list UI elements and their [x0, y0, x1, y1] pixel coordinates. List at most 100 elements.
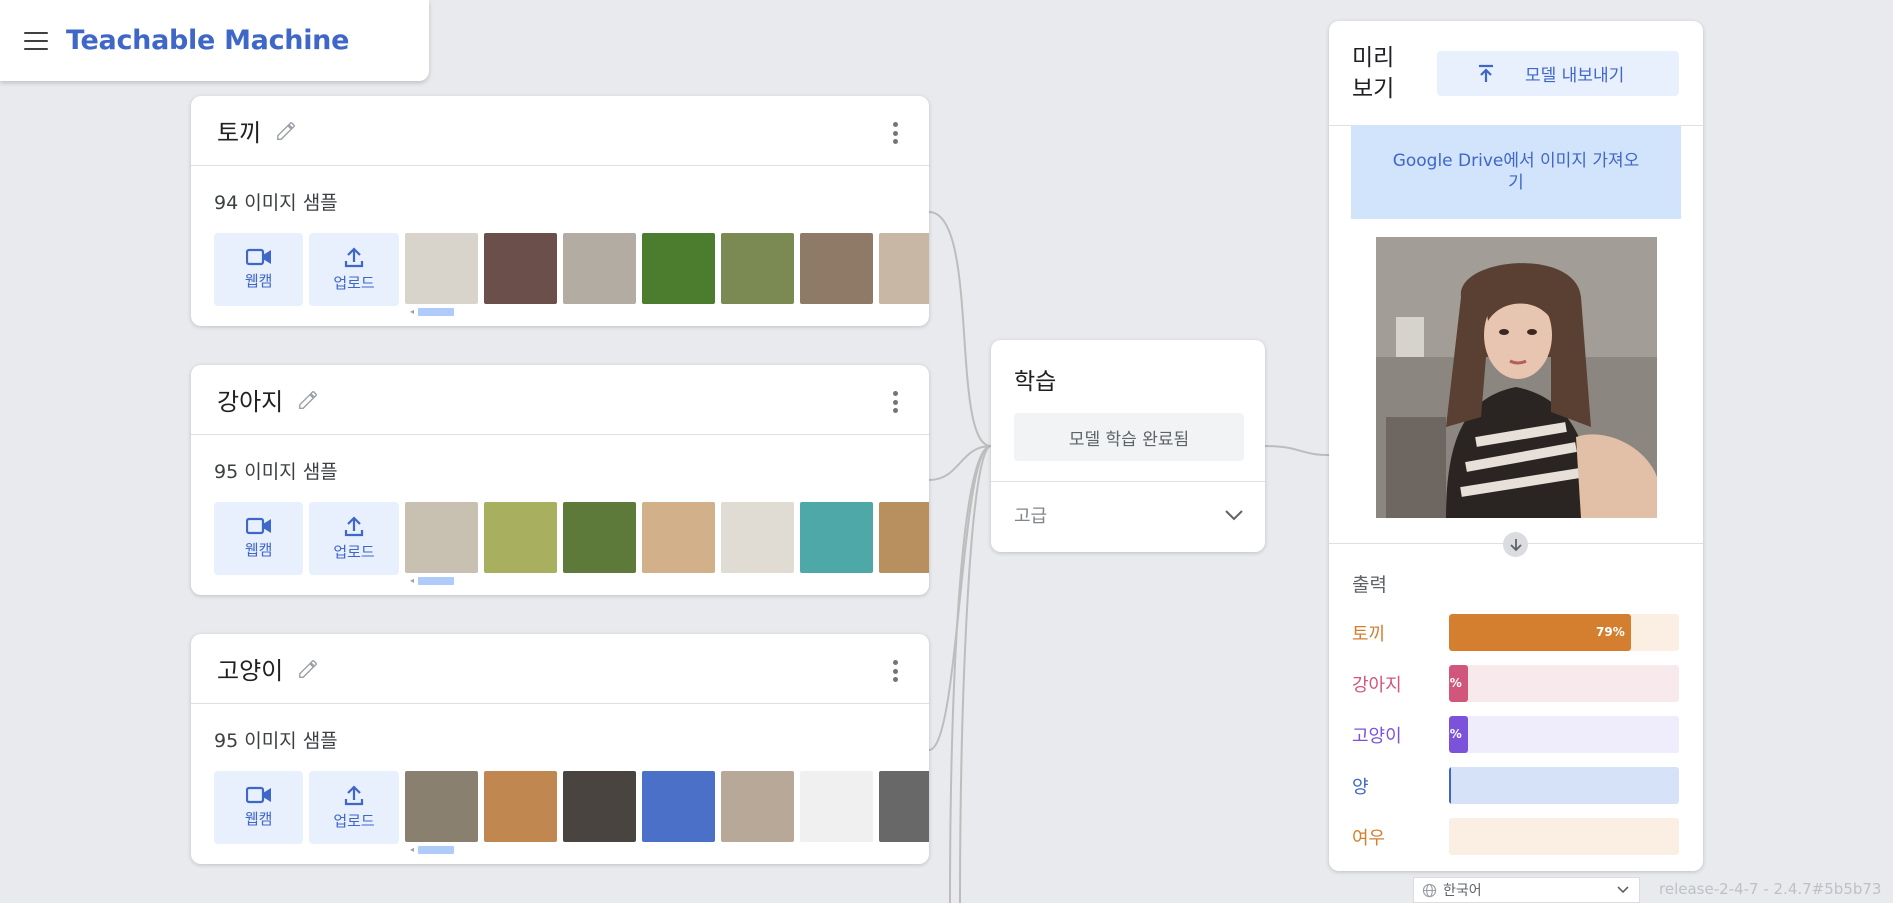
hamburger-menu-icon[interactable]	[24, 31, 48, 50]
sample-thumbnail[interactable]	[641, 233, 715, 304]
webcam-button[interactable]: 웹캠	[214, 502, 304, 575]
training-card: 학습 모델 학습 완료됨 고급	[991, 340, 1265, 552]
sample-thumbnail[interactable]	[720, 771, 794, 842]
confidence-percent: 0%	[1449, 727, 1462, 741]
sample-thumbnail[interactable]	[404, 502, 478, 573]
sample-thumbnail[interactable]	[483, 233, 557, 304]
train-model-button[interactable]: 모델 학습 완료됨	[1014, 413, 1244, 461]
sample-thumbnail[interactable]	[878, 771, 929, 842]
upload-label: 업로드	[333, 274, 375, 292]
export-model-button[interactable]: 모델 내보내기	[1437, 51, 1679, 96]
preview-panel: 미리 보기 모델 내보내기 Google Drive에서 이미지 가져오기 출력…	[1329, 21, 1703, 871]
language-select[interactable]: 한국어	[1413, 877, 1640, 903]
sample-thumbnails[interactable]	[404, 502, 929, 573]
class-name[interactable]: 토끼	[217, 113, 261, 148]
sample-count: 95 이미지 샘플	[214, 730, 338, 752]
class-name[interactable]: 강아지	[217, 382, 283, 417]
sample-count: 94 이미지 샘플	[214, 192, 338, 214]
thumbnail-scrollbar[interactable]	[418, 308, 454, 316]
webcam-label: 웹캠	[244, 272, 273, 290]
sample-row: 웹캠 업로드	[214, 771, 929, 844]
more-options-icon[interactable]	[893, 122, 899, 144]
class-name[interactable]: 고양이	[217, 651, 283, 686]
output-row: 고양이 0%	[1352, 716, 1679, 753]
training-title: 학습	[1014, 369, 1057, 395]
class-card-body: 95 이미지 샘플 웹캠 업로드 ◂	[191, 435, 929, 595]
output-class-name: 고양이	[1352, 725, 1402, 747]
export-icon	[1479, 64, 1493, 82]
output-class-name: 토끼	[1352, 623, 1386, 645]
sample-thumbnail[interactable]	[799, 233, 873, 304]
confidence-bar-fill: 79%	[1449, 614, 1631, 651]
sample-thumbnail[interactable]	[799, 502, 873, 573]
sample-thumbnail[interactable]	[720, 502, 794, 573]
output-class-name: 여우	[1352, 827, 1386, 849]
sample-thumbnail[interactable]	[483, 502, 557, 573]
webcam-button[interactable]: 웹캠	[214, 771, 304, 844]
more-options-icon[interactable]	[893, 660, 899, 682]
output-row: 여우	[1352, 818, 1679, 855]
google-drive-import-button[interactable]: Google Drive에서 이미지 가져오기	[1351, 125, 1681, 219]
thumbnail-scrollbar[interactable]	[418, 577, 454, 585]
sample-count: 95 이미지 샘플	[214, 461, 338, 483]
output-row: 강아지 0%	[1352, 665, 1679, 702]
divider	[991, 481, 1265, 482]
export-label: 모델 내보내기	[1525, 66, 1625, 86]
more-options-icon[interactable]	[893, 391, 899, 413]
sample-row: 웹캠 업로드	[214, 233, 929, 306]
upload-icon	[344, 785, 364, 806]
sample-thumbnail[interactable]	[641, 502, 715, 573]
sample-thumbnail[interactable]	[562, 233, 636, 304]
sample-thumbnail[interactable]	[799, 771, 873, 842]
arrow-down-icon	[1503, 532, 1528, 557]
webcam-label: 웹캠	[244, 810, 273, 828]
pencil-icon[interactable]	[297, 658, 319, 680]
sample-thumbnail[interactable]	[562, 771, 636, 842]
sample-thumbnail[interactable]	[720, 233, 794, 304]
scroll-left-arrow-icon[interactable]: ◂	[410, 307, 414, 316]
class-card-header: 강아지	[191, 365, 929, 435]
upload-button[interactable]: 업로드	[309, 502, 399, 575]
version-text: release-2-4-7 - 2.4.7#5b5b73	[1659, 880, 1882, 898]
class-card-body: 95 이미지 샘플 웹캠 업로드 ◂	[191, 704, 929, 864]
sample-thumbnails[interactable]	[404, 233, 929, 304]
sample-thumbnail[interactable]	[641, 771, 715, 842]
class-card-header: 토끼	[191, 96, 929, 166]
confidence-bar: 0%	[1449, 716, 1679, 753]
pencil-icon[interactable]	[297, 389, 319, 411]
webcam-button[interactable]: 웹캠	[214, 233, 304, 306]
confidence-bar-fill	[1449, 767, 1451, 804]
output-label: 출력	[1352, 574, 1387, 596]
class-card-header: 고양이	[191, 634, 929, 704]
sample-thumbnails[interactable]	[404, 771, 929, 842]
confidence-bar	[1449, 767, 1679, 804]
advanced-label: 고급	[1014, 506, 1048, 527]
advanced-toggle[interactable]: 고급	[1014, 502, 1244, 528]
sample-thumbnail[interactable]	[404, 771, 478, 842]
sample-thumbnail[interactable]	[404, 233, 478, 304]
confidence-bar-fill: 0%	[1449, 665, 1468, 702]
output-class-name: 강아지	[1352, 674, 1402, 696]
app-title[interactable]: Teachable Machine	[66, 25, 349, 56]
thumbnail-scrollbar[interactable]	[418, 846, 454, 854]
pencil-icon[interactable]	[275, 120, 297, 142]
chevron-down-icon	[1617, 886, 1629, 894]
sample-thumbnail[interactable]	[878, 233, 929, 304]
confidence-bar: 79%	[1449, 614, 1679, 651]
sample-thumbnail[interactable]	[483, 771, 557, 842]
class-card-rabbit: 토끼 94 이미지 샘플 웹캠 업로드 ◂	[191, 96, 929, 326]
scroll-left-arrow-icon[interactable]: ◂	[410, 576, 414, 585]
upload-button[interactable]: 업로드	[309, 771, 399, 844]
sample-thumbnail[interactable]	[562, 502, 636, 573]
confidence-bar: 0%	[1449, 665, 1679, 702]
globe-icon	[1422, 883, 1437, 897]
upload-button[interactable]: 업로드	[309, 233, 399, 306]
scroll-left-arrow-icon[interactable]: ◂	[410, 845, 414, 854]
app-header: Teachable Machine	[0, 0, 429, 81]
upload-label: 업로드	[333, 812, 375, 830]
sample-thumbnail[interactable]	[878, 502, 929, 573]
confidence-bar-fill: 0%	[1449, 716, 1468, 753]
upload-label: 업로드	[333, 543, 375, 561]
preview-image	[1376, 237, 1657, 518]
chevron-down-icon	[1225, 510, 1243, 521]
